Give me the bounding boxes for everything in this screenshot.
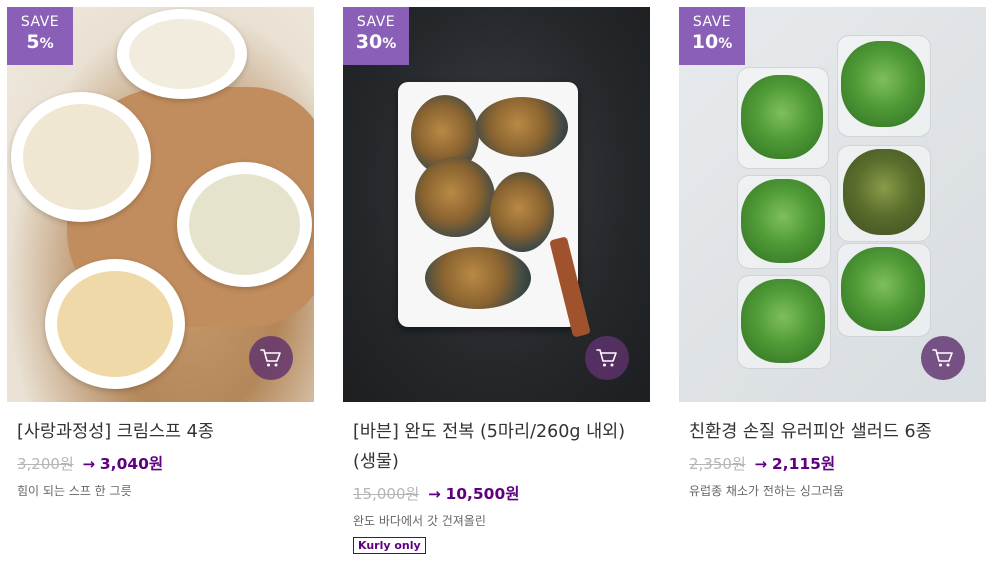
cart-icon [932,349,953,367]
soup [189,174,300,275]
save-label: SAVE [356,14,396,30]
product-title[interactable]: 친환경 손질 유러피안 샐러드 6종 [689,417,979,447]
price-arrow: → [754,455,768,473]
save-percent-value: 10 [691,31,719,53]
abalone [425,247,531,309]
add-to-cart-button[interactable] [249,336,293,380]
product-image-cream-soup[interactable]: SAVE 5% [7,7,314,402]
price-arrow: → [428,485,441,503]
salad-greens [741,279,825,363]
product-description: 유럽종 채소가 전하는 싱그러움 [689,484,844,498]
percent-sign: % [39,36,54,52]
price-row: 3,200원 → 3,040원 [17,452,314,476]
percent-sign: % [382,36,397,52]
save-percent-value: 30 [355,31,383,53]
kurly-only-tag: Kurly only [353,537,426,554]
save-label: SAVE [20,14,60,30]
original-price: 2,350원 [689,455,746,473]
save-badge: SAVE 30% [343,7,409,65]
soup [129,19,235,89]
product-title[interactable]: [사랑과정성] 크림스프 4종 [17,417,307,447]
cart-icon [260,349,281,367]
save-percent: 30% [343,31,409,53]
salad-greens [841,41,925,127]
cart-icon [596,349,617,367]
sale-price: 2,115원 [771,455,836,473]
save-label: SAVE [692,14,732,30]
sale-price: 10,500원 [445,485,520,503]
price-row: 15,000원 → 10,500원 [353,482,650,506]
original-price: 15,000원 [353,485,420,503]
abalone [415,157,495,237]
product-card[interactable]: SAVE 10% 친환경 손질 유러피안 샐러드 6종 2,350원 → 2,1… [679,7,986,499]
soup [57,271,173,377]
salad-greens [843,149,925,235]
abalone [476,97,568,157]
save-percent: 5% [7,31,73,53]
add-to-cart-button[interactable] [585,336,629,380]
product-card[interactable]: SAVE 5% [사랑과정성] 크림스프 4종 3,200원 → 3,040원 … [7,7,314,499]
save-percent: 10% [679,31,745,53]
save-percent-value: 5 [26,31,40,53]
original-price: 3,200원 [17,455,74,473]
product-card[interactable]: SAVE 30% [바븐] 완도 전복 (5마리/260g 내외)(생물) 15… [343,7,650,554]
sale-price: 3,040원 [99,455,164,473]
product-description: 힘이 되는 스프 한 그릇 [17,484,132,498]
save-badge: SAVE 5% [7,7,73,65]
add-to-cart-button[interactable] [921,336,965,380]
salad-greens [841,247,925,331]
soup [23,104,139,210]
price-arrow: → [82,455,96,473]
product-image-abalone[interactable]: SAVE 30% [343,7,650,402]
product-title[interactable]: [바븐] 완도 전복 (5마리/260g 내외)(생물) [353,417,643,477]
percent-sign: % [718,36,733,52]
salad-greens [741,179,825,263]
price-row: 2,350원 → 2,115원 [689,452,986,476]
product-image-salad[interactable]: SAVE 10% [679,7,986,402]
abalone [490,172,554,252]
save-badge: SAVE 10% [679,7,745,65]
salad-greens [741,75,823,159]
product-description: 완도 바다에서 갓 건져올린 [353,514,486,528]
